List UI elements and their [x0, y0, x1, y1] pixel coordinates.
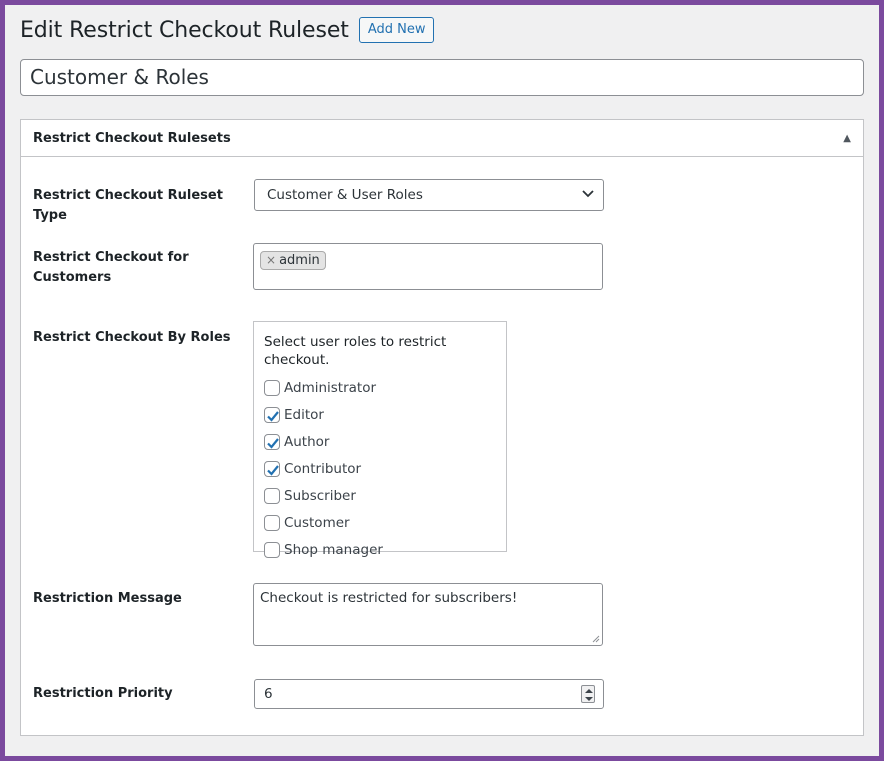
roles-label: Restrict Checkout By Roles — [33, 330, 231, 345]
role-option-label: Contributor — [284, 460, 362, 477]
page-heading-row: Edit Restrict Checkout Ruleset Add New — [20, 17, 435, 43]
roles-checkbox-group: Select user roles to restrict checkout. … — [253, 321, 507, 558]
metabox-title: Restrict Checkout Rulesets — [33, 130, 231, 146]
restriction-priority-value: 6 — [264, 686, 273, 702]
customer-tag: × admin — [260, 251, 326, 270]
restriction-priority-input[interactable]: 6 — [254, 679, 604, 709]
role-option-label: Editor — [284, 406, 324, 423]
role-option-label: Administrator — [284, 379, 377, 396]
checkbox-checked-icon[interactable] — [264, 460, 280, 477]
role-option[interactable]: Customer — [264, 509, 496, 536]
role-option-label: Subscriber — [284, 487, 356, 504]
checkbox-unchecked-icon[interactable] — [264, 541, 280, 558]
customer-tag-label: admin — [279, 253, 320, 268]
role-option-label: Customer — [284, 514, 350, 531]
role-option[interactable]: Shop manager — [264, 536, 496, 563]
priority-label: Restriction Priority — [33, 686, 173, 701]
checkbox-checked-icon[interactable] — [264, 406, 280, 423]
admin-page: Edit Restrict Checkout Ruleset Add New C… — [5, 5, 879, 756]
metabox-header[interactable]: Restrict Checkout Rulesets ▲ — [21, 120, 863, 157]
role-option-label: Shop manager — [284, 541, 383, 558]
restriction-message-value: Checkout is restricted for subscribers! — [260, 590, 518, 606]
roles-heading: Select user roles to restrict checkout. — [264, 334, 447, 368]
message-label: Restriction Message — [33, 591, 182, 606]
checkbox-checked-icon[interactable] — [264, 433, 280, 450]
role-option-label: Author — [284, 433, 330, 450]
remove-tag-icon[interactable]: × — [266, 252, 276, 269]
roles-list: Administrator Editor Author Contributor Subs… — [264, 374, 496, 563]
role-option[interactable]: Author — [264, 428, 496, 455]
ruleset-type-select[interactable]: Customer & User Roles — [254, 179, 604, 211]
role-option[interactable]: Contributor — [264, 455, 496, 482]
customers-tag-input[interactable]: × admin — [253, 243, 603, 290]
checkbox-unchecked-icon[interactable] — [264, 379, 280, 396]
ruleset-type-label: Restrict Checkout Ruleset Type — [33, 188, 223, 223]
resize-handle-icon[interactable] — [592, 635, 600, 643]
triangle-up-icon[interactable]: ▲ — [843, 133, 851, 144]
restriction-message-textarea[interactable]: Checkout is restricted for subscribers! — [253, 583, 603, 646]
checkbox-unchecked-icon[interactable] — [264, 514, 280, 531]
ruleset-type-selected-value: Customer & User Roles — [267, 187, 423, 203]
add-new-button[interactable]: Add New — [358, 17, 435, 43]
customers-label: Restrict Checkout for Customers — [33, 250, 189, 285]
role-option[interactable]: Administrator — [264, 374, 496, 401]
restrict-checkout-metabox: Restrict Checkout Rulesets ▲ Restrict Ch… — [20, 119, 864, 736]
checkbox-unchecked-icon[interactable] — [264, 487, 280, 504]
role-option[interactable]: Editor — [264, 401, 496, 428]
chevron-down-icon — [582, 190, 594, 198]
role-option[interactable]: Subscriber — [264, 482, 496, 509]
page-title: Edit Restrict Checkout Ruleset — [20, 17, 349, 43]
number-spinner-icon[interactable] — [581, 685, 595, 703]
post-title-input[interactable]: Customer & Roles — [20, 59, 864, 96]
